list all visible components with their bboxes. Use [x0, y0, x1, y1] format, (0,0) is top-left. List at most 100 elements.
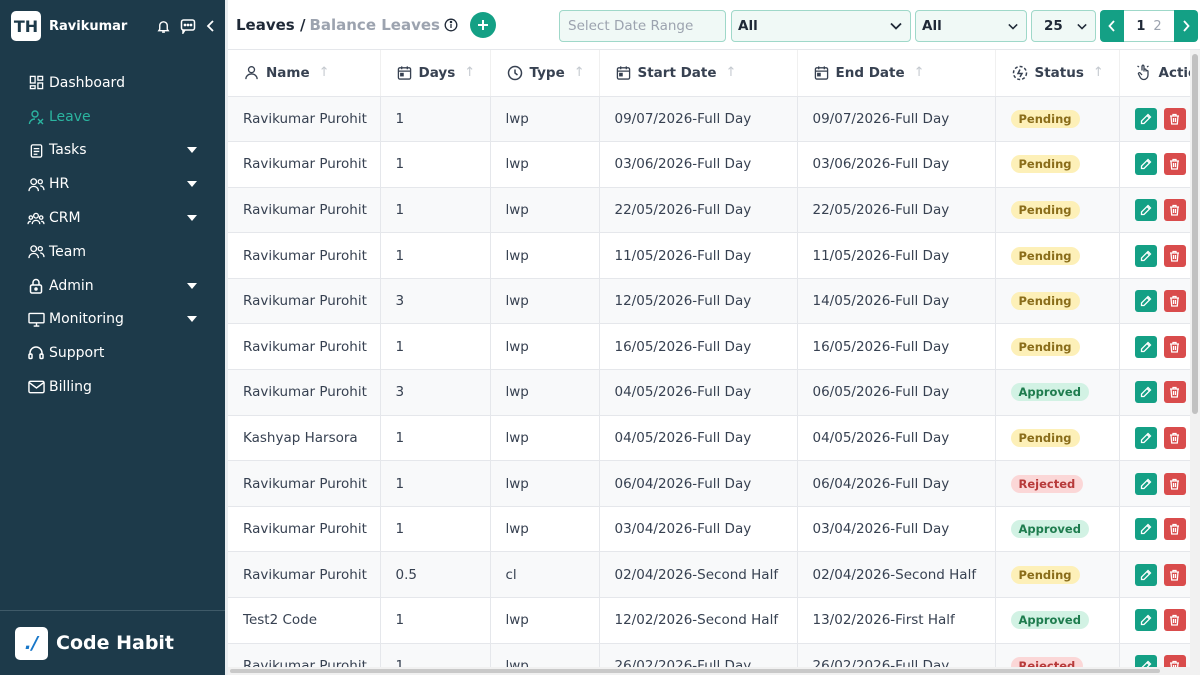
- table-row[interactable]: Ravikumar Purohit 1 lwp 06/04/2026-Full Day…: [228, 460, 1190, 507]
- table-row[interactable]: Ravikumar Purohit 1 lwp 22/05/2026-Full Day…: [228, 187, 1190, 234]
- table-row[interactable]: Ravikumar Purohit 1 lwp 11/05/2026-Full Day…: [228, 232, 1190, 279]
- delete-button[interactable]: [1163, 381, 1186, 404]
- cell-type: lwp: [490, 278, 600, 325]
- edit-button[interactable]: [1134, 107, 1157, 130]
- collapse-chevron-icon[interactable]: [205, 19, 217, 33]
- table-row[interactable]: Kashyap Harsora 1 lwp 04/05/2026-Full Day 04…: [228, 415, 1190, 462]
- chevron-down-icon[interactable]: [187, 282, 197, 289]
- sidebar-item-monitoring[interactable]: Monitoring: [0, 303, 225, 337]
- edit-button[interactable]: [1134, 563, 1157, 586]
- edit-button[interactable]: [1134, 609, 1157, 632]
- delete-button[interactable]: [1163, 609, 1186, 632]
- table-row[interactable]: Ravikumar Purohit 0.5 cl 02/04/2026-Second …: [228, 551, 1190, 599]
- cell-end-date: 09/07/2026-Full Day: [797, 96, 996, 143]
- chat-icon[interactable]: [180, 18, 196, 34]
- filter-select-2[interactable]: All: [915, 10, 1027, 42]
- sort-arrow-icon[interactable]: ↑: [319, 65, 330, 80]
- status-badge: Pending: [1010, 292, 1080, 311]
- table-row[interactable]: Ravikumar Purohit 1 lwp 09/07/2026-Full Day…: [228, 96, 1190, 143]
- column-header-days[interactable]: Days ↑: [380, 50, 491, 97]
- sidebar-item-dashboard[interactable]: Dashboard: [0, 66, 225, 100]
- status-badge: Pending: [1010, 155, 1080, 174]
- lock-icon: [27, 277, 45, 295]
- cell-start-date: 16/05/2026-Full Day: [599, 323, 798, 371]
- app-logo[interactable]: TH: [11, 11, 41, 41]
- table-row[interactable]: Ravikumar Purohit 3 lwp 04/05/2026-Full Day…: [228, 369, 1190, 416]
- cell-actions: [1119, 597, 1190, 644]
- breadcrumb-leaves[interactable]: Leaves /: [236, 16, 305, 34]
- cell-end-date: 06/04/2026-Full Day: [797, 460, 996, 507]
- column-header-type[interactable]: Type ↑: [490, 50, 600, 97]
- table-row[interactable]: Test2 Code 1 lwp 12/02/2026-Second Half 13/0…: [228, 597, 1190, 644]
- edit-button[interactable]: [1134, 381, 1157, 404]
- bell-icon[interactable]: [156, 19, 171, 34]
- trash-icon: [1169, 386, 1180, 399]
- sidebar-item-support[interactable]: Support: [0, 336, 225, 370]
- delete-button[interactable]: [1163, 426, 1186, 449]
- edit-button[interactable]: [1134, 244, 1157, 267]
- column-header-status[interactable]: Status ↑: [995, 50, 1120, 97]
- edit-button[interactable]: [1134, 518, 1157, 541]
- sidebar-item-leave[interactable]: Leave: [0, 100, 225, 134]
- table-row[interactable]: Ravikumar Purohit 1 lwp 03/04/2026-Full Day…: [228, 506, 1190, 553]
- sidebar-item-team[interactable]: Team: [0, 235, 225, 269]
- page-number-current[interactable]: 1: [1136, 19, 1145, 34]
- column-header-name[interactable]: Name ↑: [228, 50, 381, 97]
- column-header-label: Type: [529, 64, 565, 81]
- add-leave-button[interactable]: [469, 11, 496, 38]
- breadcrumb-balance-leaves[interactable]: Balance Leaves: [309, 16, 440, 34]
- chevron-down-icon[interactable]: [187, 215, 197, 222]
- vertical-scroll-thumb[interactable]: [1192, 54, 1198, 414]
- horizontal-scrollbar[interactable]: [228, 667, 1190, 675]
- edit-button[interactable]: [1134, 198, 1157, 221]
- chevron-down-icon[interactable]: [187, 316, 197, 323]
- delete-button[interactable]: [1163, 153, 1186, 176]
- edit-button[interactable]: [1134, 426, 1157, 449]
- sort-arrow-icon[interactable]: ↑: [574, 65, 585, 80]
- date-range-input[interactable]: Select Date Range: [559, 10, 726, 42]
- column-header-end-date[interactable]: End Date ↑: [797, 50, 996, 97]
- chevron-down-icon[interactable]: [187, 147, 197, 154]
- chevron-down-icon[interactable]: [187, 181, 197, 188]
- cell-status: Pending: [995, 278, 1120, 325]
- edit-button[interactable]: [1134, 335, 1157, 358]
- delete-button[interactable]: [1163, 472, 1186, 495]
- sidebar-item-tasks[interactable]: Tasks: [0, 134, 225, 168]
- cell-status: Pending: [995, 187, 1120, 234]
- sort-arrow-icon[interactable]: ↑: [1093, 65, 1104, 80]
- filter-select-1[interactable]: All: [731, 10, 911, 42]
- info-icon[interactable]: [444, 18, 458, 32]
- edit-button[interactable]: [1134, 153, 1157, 176]
- team-icon: [27, 243, 45, 261]
- pencil-icon: [1140, 250, 1152, 262]
- delete-button[interactable]: [1163, 563, 1186, 586]
- status-badge: Approved: [1010, 383, 1089, 402]
- sidebar-item-billing[interactable]: Billing: [0, 370, 225, 404]
- table-row[interactable]: Ravikumar Purohit 3 lwp 12/05/2026-Full Day…: [228, 278, 1190, 325]
- table-row[interactable]: Ravikumar Purohit 1 lwp 03/06/2026-Full Day…: [228, 141, 1190, 188]
- table-row[interactable]: Ravikumar Purohit 1 lwp 16/05/2026-Full Day…: [228, 323, 1190, 371]
- delete-button[interactable]: [1163, 335, 1186, 358]
- delete-button[interactable]: [1163, 518, 1186, 541]
- delete-button[interactable]: [1163, 107, 1186, 130]
- sort-arrow-icon[interactable]: ↑: [726, 65, 737, 80]
- sidebar: TH Ravikumar Dashboard Leave Tasks HR CR…: [0, 0, 225, 675]
- sort-arrow-icon[interactable]: ↑: [464, 65, 475, 80]
- delete-button[interactable]: [1163, 244, 1186, 267]
- next-page-button[interactable]: [1174, 10, 1198, 42]
- sidebar-item-hr[interactable]: HR: [0, 167, 225, 201]
- page-number[interactable]: 2: [1153, 19, 1161, 34]
- prev-page-button[interactable]: [1100, 10, 1124, 42]
- vertical-scrollbar[interactable]: [1190, 50, 1200, 675]
- delete-button[interactable]: [1163, 290, 1186, 313]
- edit-button[interactable]: [1134, 290, 1157, 313]
- sort-arrow-icon[interactable]: ↑: [914, 65, 925, 80]
- sidebar-item-crm[interactable]: CRM: [0, 201, 225, 235]
- sidebar-item-admin[interactable]: Admin: [0, 269, 225, 303]
- cell-actions: [1119, 415, 1190, 462]
- delete-button[interactable]: [1163, 198, 1186, 221]
- edit-button[interactable]: [1134, 472, 1157, 495]
- page-size-select[interactable]: 25: [1031, 10, 1096, 42]
- horizontal-scroll-thumb[interactable]: [230, 669, 1160, 673]
- column-header-start-date[interactable]: Start Date ↑: [599, 50, 798, 97]
